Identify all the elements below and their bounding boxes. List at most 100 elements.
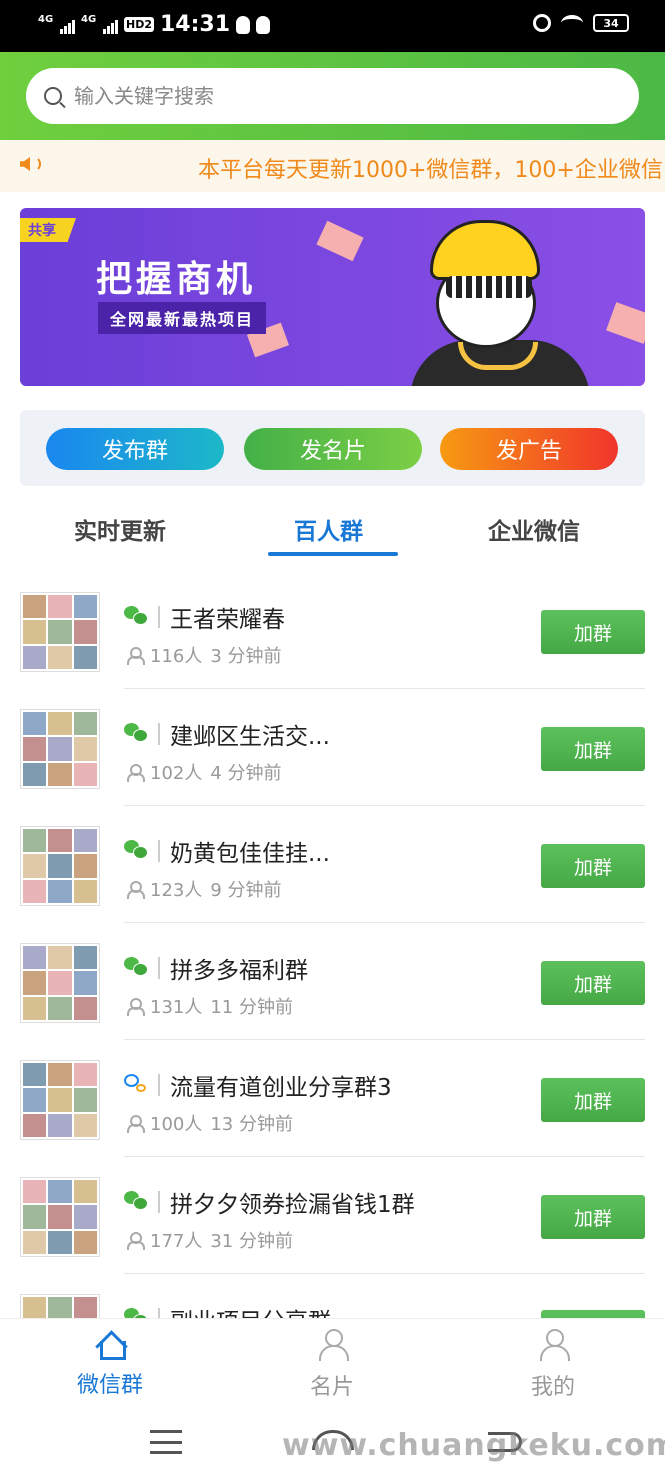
- list-item[interactable]: 王者荣耀春 116人 3 分钟前 加群: [0, 572, 665, 689]
- update-time: 31 分钟前: [210, 1231, 293, 1252]
- notice-text: 本平台每天更新1000+微信群，100+企业微信: [198, 158, 663, 183]
- join-group-button[interactable]: 加群: [541, 1078, 645, 1122]
- signal-label: 4G: [38, 13, 54, 25]
- wechat-icon: [124, 840, 148, 860]
- hd-voice-icon: HD2: [124, 17, 154, 32]
- speaker-wave-icon: [33, 156, 41, 172]
- person-icon: [126, 1232, 145, 1250]
- group-name: 奶黄包佳佳挂...: [170, 841, 330, 867]
- group-avatar: [20, 826, 100, 906]
- person-icon: [126, 998, 145, 1016]
- group-meta: 102人 4 分钟前: [126, 759, 282, 785]
- wechat-icon: [124, 723, 148, 743]
- update-time: 13 分钟前: [210, 1114, 293, 1135]
- person-icon: [126, 647, 145, 665]
- status-bar: 4G 4G HD2 14:31 34: [0, 0, 665, 52]
- active-tab-indicator: [268, 552, 398, 556]
- status-right: 34: [533, 14, 629, 32]
- list-item[interactable]: 拼多多福利群 131人 11 分钟前 加群: [0, 923, 665, 1040]
- nav-mine[interactable]: 我的: [493, 1329, 613, 1401]
- tab-realtime[interactable]: 实时更新: [74, 512, 166, 546]
- update-time: 9 分钟前: [210, 880, 282, 901]
- group-name: 拼夕夕领券捡漏省钱1群: [170, 1192, 415, 1218]
- menu-icon[interactable]: [150, 1430, 182, 1454]
- wechat-icon: [124, 606, 148, 626]
- watermark: www.chuangkeku.com: [282, 1428, 665, 1463]
- group-name: 流量有道创业分享群3: [170, 1075, 392, 1101]
- banner-title: 把握商机: [96, 259, 257, 300]
- quick-actions: 发布群 发名片 发广告: [20, 410, 645, 486]
- user-add-icon: [317, 1329, 349, 1361]
- notice-bar[interactable]: 本平台每天更新1000+微信群，100+企业微信: [0, 140, 665, 192]
- update-time: 4 分钟前: [210, 763, 282, 784]
- separator: [158, 957, 160, 979]
- paper-decoration: [316, 220, 364, 262]
- wifi-icon: [561, 15, 583, 31]
- paper-decoration: [606, 302, 645, 344]
- group-avatar: [20, 709, 100, 789]
- person-icon: [126, 881, 145, 899]
- separator: [158, 840, 160, 862]
- signal-icon: 4G: [81, 13, 118, 34]
- separator: [158, 606, 160, 628]
- group-name: 王者荣耀春: [170, 607, 285, 633]
- list-item[interactable]: 流量有道创业分享群3 100人 13 分钟前 加群: [0, 1040, 665, 1157]
- system-nav-bar: www.chuangkeku.com: [0, 1408, 665, 1483]
- bottom-nav: 微信群 名片 我的: [0, 1318, 665, 1408]
- group-avatar: [20, 1060, 100, 1140]
- join-group-button[interactable]: 加群: [541, 727, 645, 771]
- list-item[interactable]: 拼夕夕领券捡漏省钱1群 177人 31 分钟前 加群: [0, 1157, 665, 1274]
- member-count: 116人: [150, 646, 203, 667]
- list-item[interactable]: 建邺区生活交... 102人 4 分钟前 加群: [0, 689, 665, 806]
- group-meta: 131人 11 分钟前: [126, 993, 293, 1019]
- home-icon: [95, 1329, 126, 1360]
- publish-ad-button[interactable]: 发广告: [440, 428, 618, 470]
- publish-group-button[interactable]: 发布群: [46, 428, 224, 470]
- tab-bar: 实时更新 百人群 企业微信: [0, 508, 665, 558]
- join-group-button[interactable]: 加群: [541, 961, 645, 1005]
- search-bar[interactable]: [26, 68, 639, 124]
- search-input[interactable]: [74, 84, 594, 108]
- nav-wechat-group[interactable]: 微信群: [50, 1329, 170, 1399]
- nav-label: 我的: [530, 1375, 575, 1400]
- nav-label: 名片: [309, 1375, 354, 1400]
- tab-enterprise-wechat[interactable]: 企业微信: [488, 512, 580, 546]
- cartoon-figure-illustration: [390, 220, 610, 386]
- separator: [158, 1191, 160, 1213]
- group-meta: 116人 3 分钟前: [126, 642, 282, 668]
- update-time: 11 分钟前: [210, 997, 293, 1018]
- qq-notification-icon: [256, 15, 271, 34]
- group-avatar: [20, 943, 100, 1023]
- tab-hundred-group[interactable]: 百人群: [294, 512, 363, 546]
- wechat-icon: [124, 1191, 148, 1211]
- status-left: 4G 4G HD2 14:31: [38, 12, 271, 37]
- speaker-icon: [20, 157, 30, 171]
- share-tag: 共享: [20, 218, 76, 242]
- list-item[interactable]: 奶黄包佳佳挂... 123人 9 分钟前 加群: [0, 806, 665, 923]
- group-meta: 177人 31 分钟前: [126, 1227, 293, 1253]
- publish-card-button[interactable]: 发名片: [244, 428, 422, 470]
- wechat-icon: [124, 957, 148, 977]
- alarm-icon: [533, 14, 551, 32]
- search-header: [0, 52, 665, 140]
- group-avatar: [20, 592, 100, 672]
- person-icon: [126, 764, 145, 782]
- member-count: 131人: [150, 997, 203, 1018]
- user-icon: [538, 1329, 570, 1361]
- nav-label: 微信群: [76, 1373, 143, 1398]
- group-name: 拼多多福利群: [170, 958, 308, 984]
- member-count: 177人: [150, 1231, 203, 1252]
- person-icon: [126, 1115, 145, 1133]
- member-count: 102人: [150, 763, 203, 784]
- promo-banner[interactable]: 共享 把握商机 全网最新最热项目: [20, 208, 645, 386]
- status-time: 14:31: [160, 12, 231, 37]
- join-group-button[interactable]: 加群: [541, 844, 645, 888]
- join-group-button[interactable]: 加群: [541, 610, 645, 654]
- group-meta: 100人 13 分钟前: [126, 1110, 293, 1136]
- signal-label: 4G: [81, 13, 97, 25]
- join-group-button[interactable]: 加群: [541, 1195, 645, 1239]
- group-avatar: [20, 1177, 100, 1257]
- group-meta: 123人 9 分钟前: [126, 876, 282, 902]
- nav-card[interactable]: 名片: [272, 1329, 392, 1401]
- qq-chat-icon: [124, 1074, 148, 1094]
